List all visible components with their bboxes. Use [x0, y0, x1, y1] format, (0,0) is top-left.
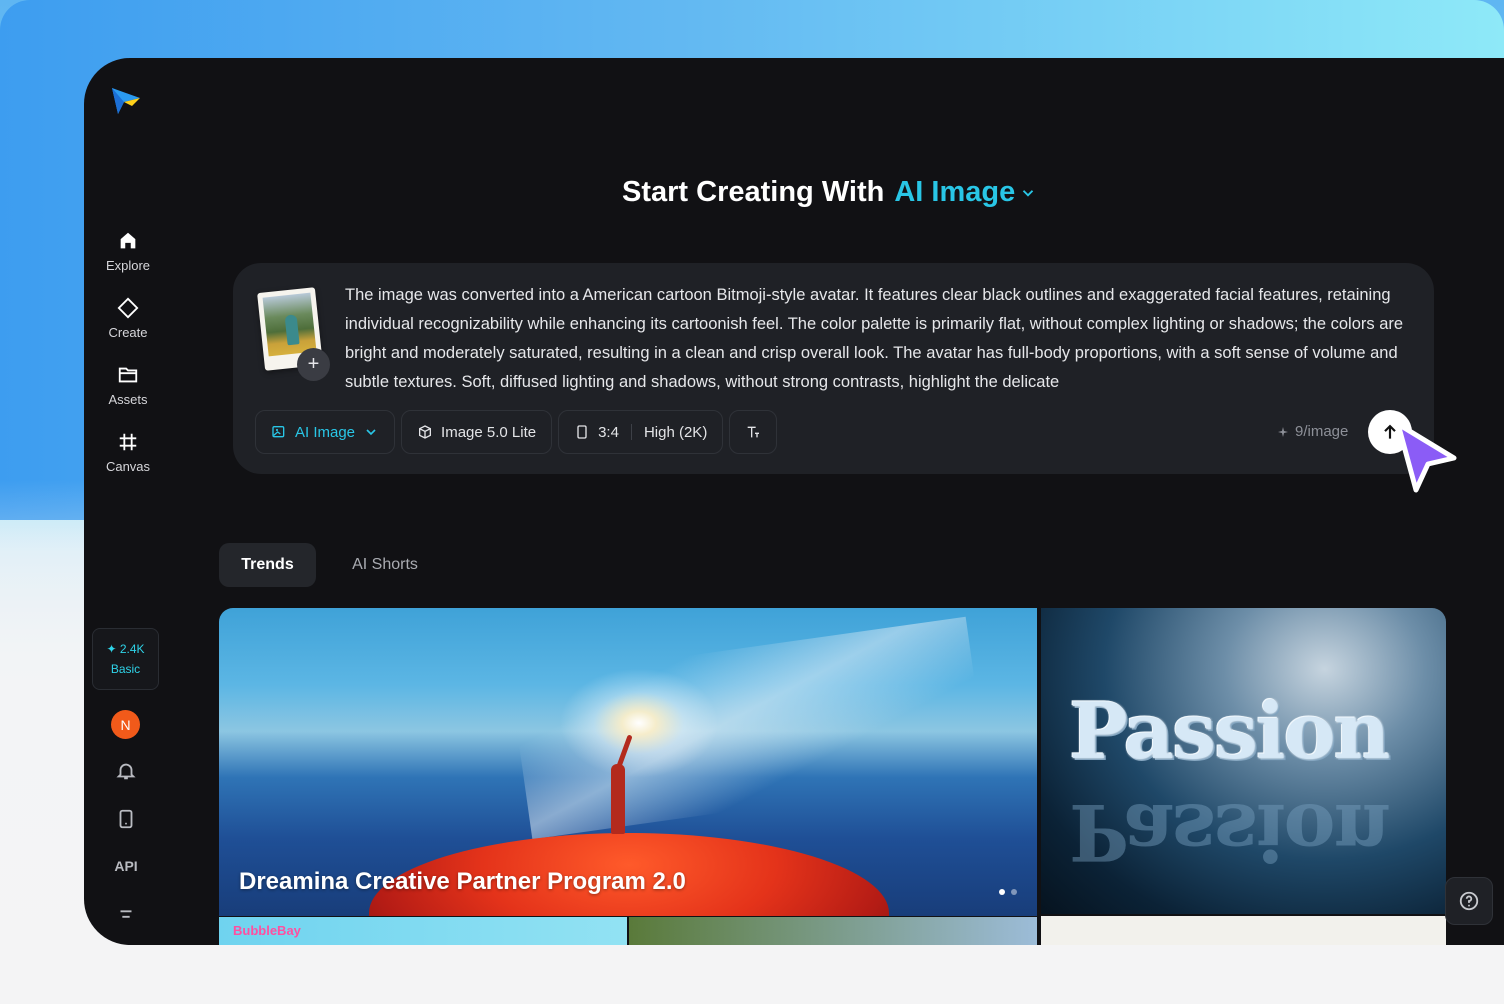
cost-indicator: 9/image: [1277, 423, 1348, 440]
crop-icon: [119, 433, 137, 451]
carousel-dot[interactable]: [1011, 889, 1017, 895]
avatar[interactable]: N: [111, 710, 140, 739]
sidebar-item-label: Canvas: [105, 459, 151, 474]
gallery-card-trees[interactable]: [629, 917, 1037, 945]
text-format-icon: [747, 426, 760, 438]
passion-ice-text: Passion: [1069, 686, 1390, 777]
model-label: Image 5.0 Lite: [441, 423, 537, 441]
text-style-button[interactable]: [729, 410, 778, 454]
help-icon: [1459, 891, 1479, 911]
cost-label: 9/image: [1295, 423, 1349, 440]
image-edit-icon: [272, 426, 285, 438]
sparkle-icon: [1278, 426, 1288, 437]
app-window: Explore Create Assets Canvas ✦ 2.4K Basi…: [84, 58, 1504, 945]
sidebar-item-assets[interactable]: Assets: [92, 364, 164, 420]
sidebar: Explore Create Assets Canvas ✦ 2.4K Basi…: [84, 58, 172, 945]
folder-icon: [118, 367, 138, 383]
chevron-down-icon: [366, 429, 376, 436]
carousel-dots[interactable]: [999, 889, 1017, 895]
tab-trends[interactable]: Trends: [219, 543, 316, 587]
cursor-pointer-icon: [1395, 421, 1457, 493]
featured-banner[interactable]: Dreamina Creative Partner Program 2.0: [219, 608, 1037, 916]
tab-ai-shorts[interactable]: AI Shorts: [330, 543, 440, 587]
credits-badge[interactable]: ✦ 2.4K Basic: [92, 628, 159, 690]
home-icon: [120, 232, 136, 249]
banner-title: Dreamina Creative Partner Program 2.0: [239, 868, 686, 895]
prompt-toolbar: AI Image Image 5.0 Lite 3:4 High (2K): [255, 410, 778, 454]
sidebar-item-label: Assets: [108, 392, 148, 407]
page-title: Start Creating With AI Image: [622, 176, 1037, 209]
sidebar-item-label: Create: [108, 325, 148, 340]
ratio-label: 3:4: [598, 423, 619, 441]
divider: [630, 424, 632, 440]
mode-select-label: AI Image: [295, 423, 356, 441]
sidebar-item-canvas[interactable]: Canvas: [92, 431, 164, 487]
star-glow: [559, 668, 719, 778]
ratio-quality-select[interactable]: 3:4 High (2K): [558, 410, 724, 454]
help-button[interactable]: [1445, 877, 1493, 925]
carousel-dot-active[interactable]: [999, 889, 1005, 895]
reference-photo: [262, 292, 317, 357]
menu-icon[interactable]: [115, 904, 137, 926]
mode-dropdown[interactable]: AI Image: [894, 176, 1037, 209]
mode-label: AI Image: [894, 176, 1016, 208]
gallery-card-bubblebay[interactable]: BubbleBay: [219, 917, 627, 945]
gallery-card-passion[interactable]: Passion Passion: [1041, 608, 1446, 914]
sidebar-item-explore[interactable]: Explore: [92, 230, 164, 286]
passion-reflection: Passion: [1069, 786, 1389, 877]
prompt-input[interactable]: The image was converted into a American …: [345, 281, 1407, 399]
credits-amount: ✦ 2.4K: [106, 642, 145, 656]
diamond-icon: [117, 297, 139, 319]
figure-silhouette: [611, 764, 625, 834]
api-link[interactable]: API: [104, 858, 148, 874]
quality-label: High (2K): [643, 423, 708, 441]
phone-icon[interactable]: [115, 808, 137, 830]
sidebar-item-create[interactable]: Create: [92, 297, 164, 353]
add-image-button[interactable]: +: [297, 348, 330, 381]
bell-icon[interactable]: [115, 760, 137, 782]
aspect-ratio-icon: [577, 425, 587, 439]
bubblebay-logo: BubbleBay: [233, 923, 301, 938]
sidebar-item-label: Explore: [105, 258, 151, 273]
prompt-card: + The image was converted into a America…: [233, 263, 1434, 474]
mode-select[interactable]: AI Image: [255, 410, 396, 454]
chevron-down-icon: [1023, 189, 1034, 197]
cube-icon: [419, 425, 432, 439]
title-prefix: Start Creating With: [622, 176, 885, 208]
gallery-card-light[interactable]: [1041, 916, 1446, 945]
model-select[interactable]: Image 5.0 Lite: [401, 410, 553, 454]
plan-label: Basic: [110, 662, 141, 676]
dreamina-logo-icon[interactable]: [110, 84, 142, 116]
